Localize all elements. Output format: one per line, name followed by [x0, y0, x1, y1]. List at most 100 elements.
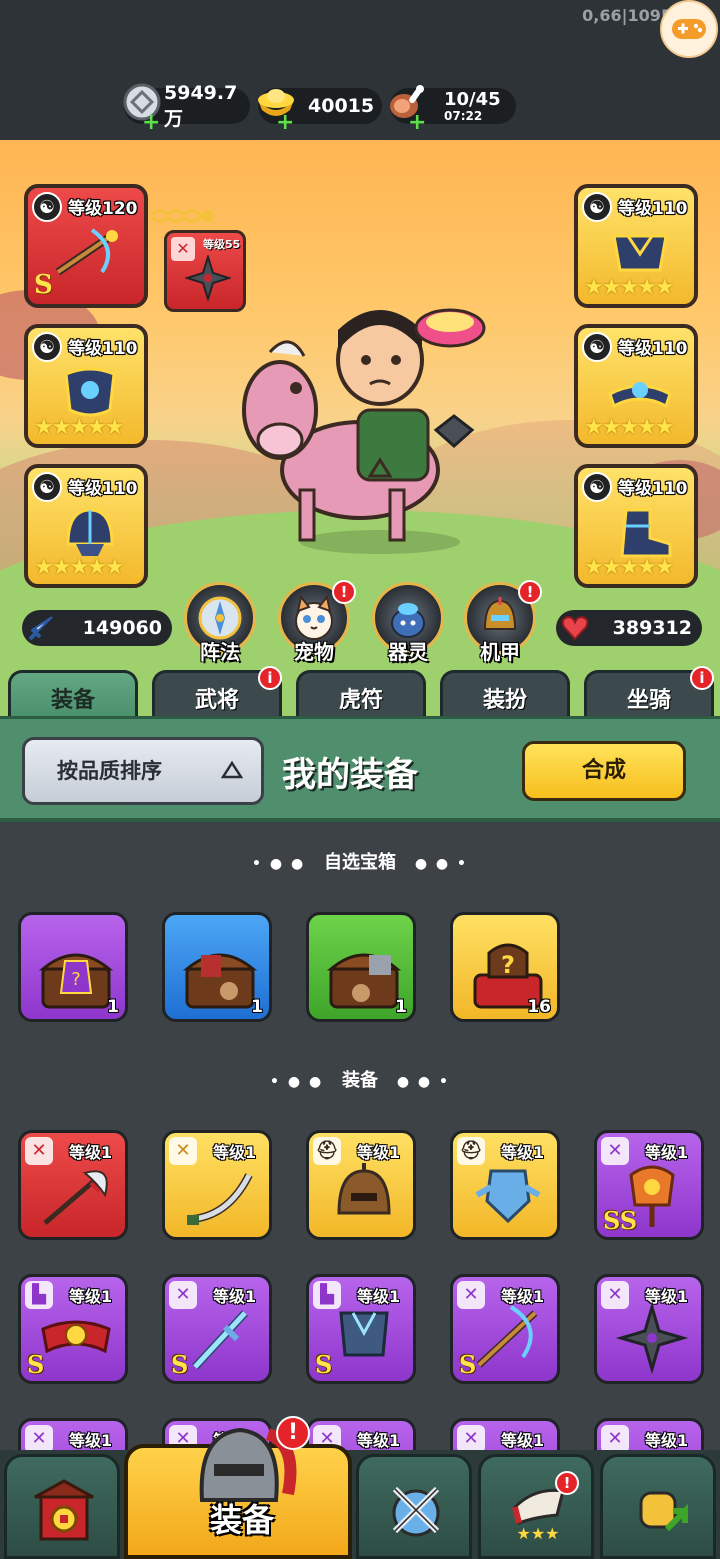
gold-value: 40015 [308, 95, 375, 117]
attack-value: 149060 [82, 617, 162, 639]
sub-equip-slot[interactable]: ✕ 等级55 [164, 230, 246, 312]
sub-slot-level: 等级55 [203, 238, 241, 251]
sword-tag-icon: ✕ [457, 1425, 485, 1453]
gamepad-button[interactable] [660, 0, 718, 58]
item-level: 等级1 [645, 1431, 689, 1450]
equipment-item[interactable]: ✕ 等级1 S [162, 1274, 272, 1384]
chest-icon [326, 953, 402, 1009]
equip-slot-helm[interactable]: ☯ 等级110 ★★★★★ [24, 464, 148, 588]
equipment-item[interactable]: ✕ 等级1 [594, 1274, 704, 1384]
saber-icon [187, 1173, 253, 1225]
chest-item[interactable]: ? 16 [450, 912, 560, 1022]
item-count: 1 [107, 997, 119, 1017]
equipment-item[interactable]: ✕ 等级1 SS [594, 1130, 704, 1240]
yinyang-icon: ☯ [32, 192, 62, 222]
equipment-item[interactable]: ▙ 等级1 S [306, 1274, 416, 1384]
item-count: 16 [527, 997, 551, 1017]
sword-tag-icon: ✕ [25, 1425, 53, 1453]
attack-stat: 149060 [22, 610, 172, 646]
chest-item[interactable]: 1 [162, 912, 272, 1022]
nav-heroes-button[interactable]: ★★★ ! [478, 1454, 594, 1559]
helmet-icon [337, 1163, 391, 1215]
equip-slot-belt[interactable]: ☯ 等级110 ★★★★★ [574, 324, 698, 448]
silver-counter[interactable]: 5949.7万 + [123, 82, 250, 134]
svg-text:★★★: ★★★ [516, 1524, 559, 1543]
category-tabs: 装备 武将 i 虎符 装扮 坐骑 i [0, 666, 720, 720]
slot-level: 等级110 [68, 339, 138, 359]
star-rating: ★★★★★ [584, 555, 675, 580]
chest-item[interactable]: 1 [306, 912, 416, 1022]
mecha-label: 机甲 [480, 640, 520, 664]
svg-text:?: ? [501, 951, 515, 979]
silver-value: 5949.7万 [164, 81, 238, 130]
crossbow-icon [55, 228, 118, 276]
equip-slot-weapon[interactable]: ☯ 等级120 S [24, 184, 148, 308]
glaive-icon [43, 1170, 108, 1225]
ice-sword-icon [192, 1310, 248, 1370]
heroes-alert-icon: ! [555, 1471, 579, 1495]
nav-battle-button[interactable] [356, 1454, 472, 1559]
s-rank-badge: S [171, 1350, 189, 1379]
item-count: 1 [251, 997, 263, 1017]
chain-link-icon [150, 209, 214, 223]
item-count: 1 [395, 997, 407, 1017]
equipment-item[interactable]: ▙ 等级1 S [18, 1274, 128, 1384]
tab-tiger-tally[interactable]: 虎符 [296, 670, 426, 720]
yinyang-icon: ☯ [32, 472, 62, 502]
equipment-item[interactable]: ✕ 等级1 [18, 1130, 128, 1240]
stamina-counter[interactable]: 10/45 07:22 + [390, 85, 516, 134]
sort-label: 按品质排序 [57, 759, 162, 783]
item-level: 等级1 [69, 1431, 113, 1450]
equip-section-header: • ● ● 装备 ● ● • [270, 1070, 450, 1091]
nav-equipment-button[interactable]: ! 装备 [124, 1416, 352, 1559]
nav-upgrade-button[interactable] [600, 1454, 716, 1559]
pet-alert-icon: ! [332, 580, 356, 604]
equipment-item[interactable]: ⛑ 等级1 [306, 1130, 416, 1240]
s-rank-badge: S [459, 1350, 477, 1379]
merge-button[interactable]: 合成 [522, 741, 686, 801]
chest-section-title: 自选宝箱 [324, 852, 396, 873]
helmet-icon [66, 508, 114, 556]
chest-item[interactable]: ? 1 [18, 912, 128, 1022]
slot-level: 等级120 [68, 199, 138, 219]
star-rating: ★★★★★ [584, 415, 675, 440]
sword-tag-icon: ✕ [601, 1425, 629, 1453]
equip-slot-helmet[interactable]: ☯ 等级110 ★★★★★ [24, 324, 148, 448]
nav-shop-button[interactable] [4, 1454, 120, 1559]
silver-plus-icon[interactable]: + [142, 112, 160, 134]
sort-bar: 按品质排序 我的装备 合成 [0, 716, 720, 822]
stamina-plus-icon[interactable]: + [408, 112, 426, 134]
slot-level: 等级110 [618, 199, 688, 219]
gamepad-icon [672, 19, 706, 39]
armor-icon [339, 1311, 389, 1357]
equipment-item[interactable]: ✕ 等级1 S [450, 1274, 560, 1384]
crystal-armor-icon [475, 1169, 541, 1224]
s-rank-badge: S [27, 1350, 45, 1379]
item-level: 等级1 [357, 1431, 401, 1450]
shuriken-icon [185, 255, 231, 301]
s-rank-badge: S [34, 270, 53, 300]
slot-level: 等级110 [618, 339, 688, 359]
equipment-item[interactable]: ✕ 等级1 [162, 1130, 272, 1240]
armor-icon [64, 367, 116, 417]
gold-plus-icon[interactable]: + [276, 112, 294, 134]
equip-slot-boots[interactable]: ☯ 等级110 ★★★★★ [574, 464, 698, 588]
gold-counter[interactable]: 40015 + [258, 88, 382, 134]
tab-outfit[interactable]: 装扮 [440, 670, 570, 720]
triangle-up-icon [221, 760, 243, 779]
debug-readout: 0,66|1095 [582, 6, 672, 25]
star-rating: ★★★★★ [34, 555, 125, 580]
yinyang-icon: ☯ [582, 332, 612, 362]
belt-icon [41, 1320, 111, 1354]
tab-equipment[interactable]: 装备 [8, 670, 138, 720]
yinyang-icon: ☯ [582, 472, 612, 502]
mount-alert-icon: i [690, 666, 714, 690]
pet-label: 宠物 [294, 640, 334, 664]
sort-by-quality-button[interactable]: 按品质排序 [22, 737, 264, 805]
equip-slot-armor[interactable]: ☯ 等级110 ★★★★★ [574, 184, 698, 308]
equipment-item[interactable]: ⛑ 等级1 [450, 1130, 560, 1240]
shuriken-icon [615, 1301, 689, 1375]
stamina-value: 10/45 [444, 89, 501, 110]
yinyang-icon: ☯ [582, 192, 612, 222]
hp-value: 389312 [612, 617, 692, 639]
